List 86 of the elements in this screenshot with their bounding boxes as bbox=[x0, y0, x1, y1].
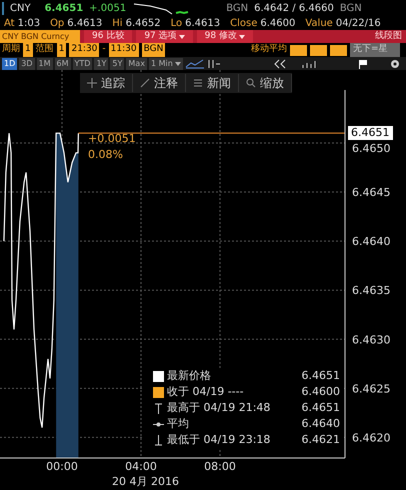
y-axis-label: 6.4620 bbox=[352, 431, 390, 444]
period-field[interactable]: 1 bbox=[23, 43, 33, 57]
time-separator: - bbox=[102, 43, 106, 56]
change-label: +0.0051 bbox=[88, 133, 136, 144]
stat-label: Lo bbox=[170, 17, 182, 31]
ticker: CNY bbox=[10, 2, 31, 16]
source-field[interactable]: BGN bbox=[142, 43, 166, 57]
range-tab[interactable]: 1M bbox=[36, 58, 52, 70]
range-label: 范围 bbox=[36, 43, 54, 56]
y-axis-label: 6.4630 bbox=[352, 333, 390, 346]
range-tab[interactable]: 5Y bbox=[110, 58, 124, 70]
ma-field[interactable] bbox=[330, 44, 347, 56]
legend-label: 最低于 04/19 23:18 bbox=[167, 432, 270, 448]
menu-button[interactable]: 98 修改 bbox=[196, 30, 253, 43]
legend-value: 6.4640 bbox=[302, 416, 341, 432]
stat-value: 04/22/16 bbox=[336, 17, 381, 30]
y-axis-label: 6.4640 bbox=[352, 235, 390, 248]
period-label: 周期 bbox=[2, 43, 20, 56]
legend-value: 6.4621 bbox=[302, 432, 341, 448]
tool-button[interactable]: 缩放 bbox=[239, 74, 292, 92]
price-change: +.0051 bbox=[89, 2, 126, 16]
start-time-field[interactable]: 21:30 bbox=[69, 43, 100, 57]
range-tab[interactable]: 1Y bbox=[94, 58, 108, 70]
legend-label: 收于 04/19 ---- bbox=[167, 384, 244, 400]
stat-label: Op bbox=[50, 17, 64, 31]
change-percent: 0.08% bbox=[88, 149, 123, 160]
ma-field[interactable] bbox=[290, 44, 307, 56]
range-tab[interactable]: 1D bbox=[2, 58, 18, 70]
x-axis-label: 04:00 bbox=[125, 460, 157, 473]
stat-value: 6.4652 bbox=[126, 17, 161, 30]
end-time-field[interactable]: 11:30 bbox=[108, 43, 139, 57]
x-axis-label: 00:00 bbox=[46, 460, 78, 473]
range-tab[interactable]: YTD bbox=[72, 58, 92, 70]
last-price: 6.4651 bbox=[44, 2, 84, 16]
crosshair-icon bbox=[87, 78, 97, 88]
stat-value: 6.4613 bbox=[67, 17, 102, 31]
low-marker-icon bbox=[154, 434, 162, 446]
legend-label: 最高于 04/19 21:48 bbox=[167, 400, 270, 416]
y-axis-label: 6.4645 bbox=[352, 186, 390, 200]
interval-dropdown[interactable]: 1 Min bbox=[148, 58, 183, 70]
moving-average-label: 移动平均 bbox=[251, 43, 287, 56]
y-axis-label: 6.4635 bbox=[352, 284, 390, 298]
legend-value: 6.4600 bbox=[302, 384, 341, 400]
menu-button[interactable]: 97 选项 bbox=[136, 30, 193, 43]
y-axis-label: 6.4625 bbox=[352, 382, 390, 396]
legend-value: 6.4651 bbox=[302, 368, 341, 384]
range-tab[interactable]: Max bbox=[126, 58, 147, 70]
average-marker-icon bbox=[152, 420, 164, 428]
range-tab[interactable]: 3D bbox=[19, 58, 34, 70]
security-tab[interactable]: CNY BGN Curncy bbox=[0, 30, 80, 43]
event-field[interactable]: 无下=星 bbox=[350, 43, 400, 57]
menu-button[interactable]: 96 比较 bbox=[84, 30, 132, 43]
legend-value: 6.4651 bbox=[302, 400, 341, 416]
ma-field[interactable] bbox=[310, 44, 327, 56]
caret-icon bbox=[174, 62, 181, 66]
settings-icon[interactable] bbox=[390, 58, 400, 68]
chevrons-left-icon[interactable] bbox=[274, 58, 286, 68]
stat-value: 1:03 bbox=[18, 17, 40, 31]
marker-icon[interactable] bbox=[206, 58, 221, 68]
legend-label: 最新价格 bbox=[167, 368, 211, 384]
source-label: BGN bbox=[340, 2, 362, 16]
current-price-tag: 6.4651 bbox=[348, 126, 392, 140]
chart-type-label[interactable]: 线段图 bbox=[375, 30, 406, 44]
list-icon bbox=[193, 78, 203, 88]
tool-button[interactable]: 注释 bbox=[133, 74, 186, 92]
pencil-icon bbox=[140, 78, 150, 88]
x-axis-label: 08:00 bbox=[204, 460, 236, 473]
stat-label: Value bbox=[305, 17, 333, 31]
stat-label: Close bbox=[230, 17, 258, 30]
stat-value: 6.4613 bbox=[185, 17, 220, 31]
bar-chart-icon[interactable] bbox=[302, 58, 316, 68]
stat-label: Hi bbox=[112, 17, 123, 30]
range-tab[interactable]: 6M bbox=[54, 58, 70, 70]
line-chart-icon[interactable] bbox=[184, 58, 205, 68]
stat-label: At bbox=[4, 17, 15, 31]
bid-ask: 6.4642 / 6.4660 bbox=[254, 2, 334, 16]
stat-value: 6.4600 bbox=[260, 17, 296, 31]
tool-button[interactable]: 追踪 bbox=[80, 74, 133, 92]
range-field[interactable]: 1 bbox=[56, 43, 66, 57]
high-marker-icon bbox=[154, 402, 162, 414]
y-axis-label: 6.4650 bbox=[352, 142, 390, 155]
source-label: BGN bbox=[226, 2, 248, 16]
date-label: 20 4月 2016 bbox=[112, 476, 179, 487]
search-icon bbox=[246, 78, 256, 88]
tool-button[interactable]: 新闻 bbox=[186, 74, 239, 92]
legend-label: 平均 bbox=[167, 416, 189, 432]
